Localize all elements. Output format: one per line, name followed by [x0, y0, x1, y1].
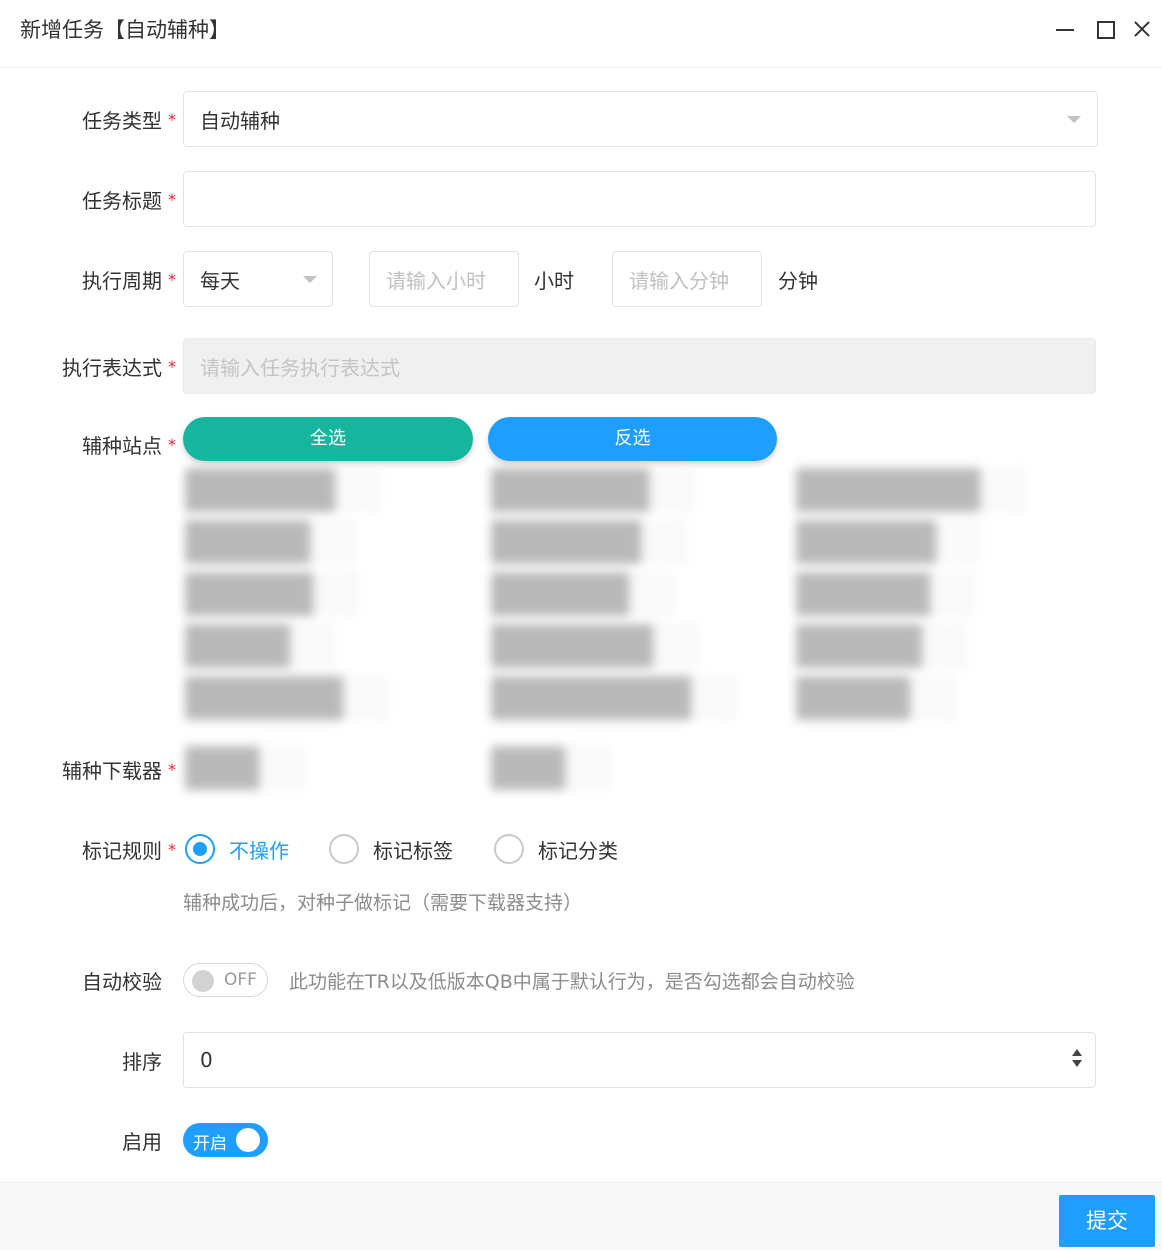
period-value: 每天	[200, 268, 240, 293]
radio-label-no-action[interactable]: 不操作	[229, 835, 289, 864]
radio-mark-tag[interactable]	[329, 834, 359, 864]
required-mark: *	[168, 110, 176, 129]
dialog-title: 新增任务【自动辅种】	[20, 18, 230, 42]
minimize-icon[interactable]	[1050, 14, 1080, 44]
radio-mark-category[interactable]	[494, 834, 524, 864]
required-mark: *	[168, 760, 176, 779]
spinner-icon[interactable]	[1071, 1049, 1083, 1073]
task-title-label: 任务标题	[82, 189, 162, 213]
auto-check-hint: 此功能在TR以及低版本QB中属于默认行为，是否勾选都会自动校验	[289, 971, 855, 993]
expression-input[interactable]: 请输入任务执行表达式	[183, 338, 1096, 394]
auto-check-state: OFF	[224, 970, 257, 990]
minute-unit: 分钟	[778, 269, 818, 293]
sort-input[interactable]: 0	[183, 1032, 1096, 1088]
chevron-down-icon	[303, 276, 317, 283]
auto-check-label: 自动校验	[82, 970, 162, 994]
mark-rule-label: 标记规则	[82, 839, 162, 863]
dialog-footer: 提交	[0, 1182, 1162, 1250]
switch-knob	[236, 1128, 260, 1152]
radio-label-mark-tag[interactable]: 标记标签	[373, 835, 453, 864]
hour-placeholder: 请输入小时	[386, 268, 486, 293]
radio-label-mark-category[interactable]: 标记分类	[538, 835, 618, 864]
downloader-label: 辅种下载器	[62, 759, 162, 783]
enable-label: 启用	[122, 1130, 162, 1154]
dialog-titlebar: 新增任务【自动辅种】	[0, 0, 1162, 68]
required-mark: *	[168, 357, 176, 376]
required-mark: *	[168, 435, 176, 454]
period-label: 执行周期	[82, 269, 162, 293]
hour-unit: 小时	[534, 269, 574, 293]
chevron-down-icon	[1067, 116, 1081, 123]
task-type-label: 任务类型	[82, 109, 162, 133]
submit-button[interactable]: 提交	[1059, 1195, 1155, 1247]
switch-knob	[192, 970, 214, 992]
minute-placeholder: 请输入分钟	[629, 268, 729, 293]
expression-label: 执行表达式	[62, 356, 162, 380]
task-type-select[interactable]: 自动辅种	[183, 91, 1098, 147]
enable-state: 开启	[193, 1134, 227, 1154]
required-mark: *	[168, 190, 176, 209]
task-title-input[interactable]	[183, 171, 1096, 227]
mark-rule-hint: 辅种成功后，对种子做标记（需要下载器支持）	[183, 892, 583, 914]
invert-selection-button[interactable]: 反选	[488, 417, 777, 461]
required-mark: *	[168, 840, 176, 859]
period-select[interactable]: 每天	[183, 251, 333, 307]
sites-label: 辅种站点	[82, 434, 162, 458]
auto-check-switch[interactable]: OFF	[183, 963, 268, 997]
maximize-icon[interactable]	[1090, 14, 1120, 44]
radio-no-action[interactable]	[185, 834, 215, 864]
expression-placeholder: 请输入任务执行表达式	[200, 355, 400, 380]
sort-value: 0	[200, 1048, 213, 1072]
select-all-button[interactable]: 全选	[183, 417, 473, 461]
sort-label: 排序	[122, 1050, 162, 1074]
minute-input[interactable]: 请输入分钟	[612, 251, 762, 307]
close-icon[interactable]	[1128, 14, 1158, 44]
task-type-value: 自动辅种	[200, 108, 280, 133]
hour-input[interactable]: 请输入小时	[369, 251, 519, 307]
enable-switch[interactable]: 开启	[183, 1123, 268, 1157]
required-mark: *	[168, 270, 176, 289]
